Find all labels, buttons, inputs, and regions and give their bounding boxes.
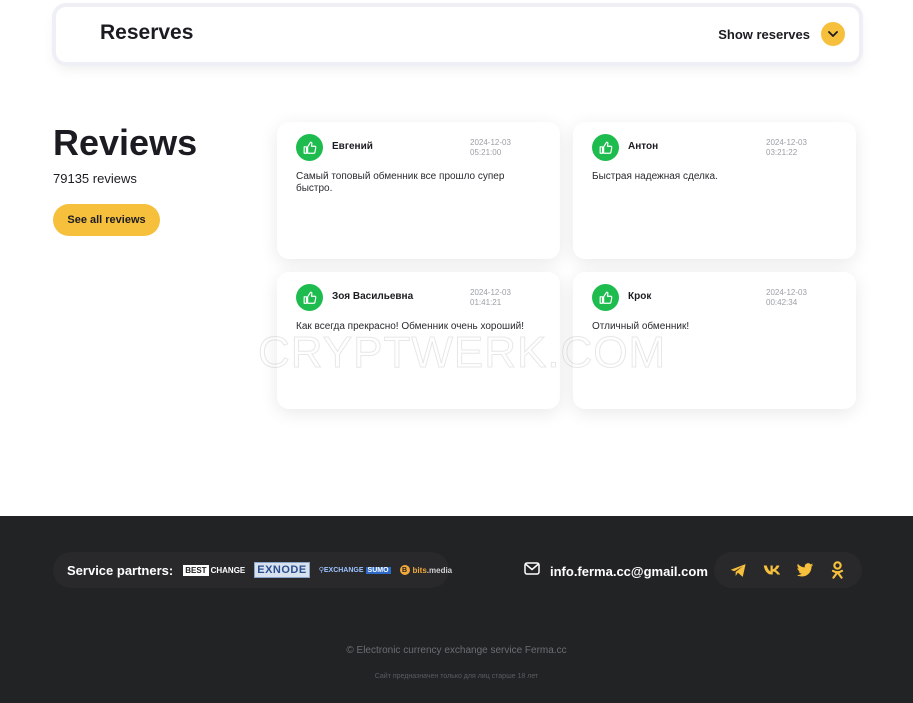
age-notice: Сайт предназначен только для лиц старше …: [374, 673, 539, 680]
review-card: Антон 2024-12-03 03:21:22 Быстрая надежн…: [573, 122, 856, 259]
see-all-reviews-button[interactable]: See all reviews: [53, 204, 160, 236]
thumbs-up-icon: [296, 284, 323, 311]
odnoklassniki-icon[interactable]: [829, 561, 847, 579]
review-text: Быстрая надежная сделка.: [592, 171, 718, 182]
footer: Service partners: BEST CHANGE EXNODE ⚲ EXC…: [0, 516, 913, 703]
review-author: Евгений: [332, 141, 373, 152]
email-address[interactable]: info.ferma.cc@gmail.com: [550, 564, 708, 579]
envelope-icon: [524, 562, 540, 580]
email-link[interactable]: info.ferma.cc@gmail.com: [524, 562, 708, 580]
exchangesumo-logo[interactable]: ⚲ EXCHANGE SUMO: [319, 566, 391, 574]
review-card: Крок 2024-12-03 00:42:34 Отличный обменн…: [573, 272, 856, 409]
show-reserves-button[interactable]: Show reserves: [718, 22, 845, 46]
chevron-down-icon[interactable]: [821, 22, 845, 46]
bestchange-logo[interactable]: BEST CHANGE: [183, 564, 245, 576]
review-date: 2024-12-03 01:41:21: [470, 288, 511, 307]
thumbs-up-icon: [592, 134, 619, 161]
review-card: Евгений 2024-12-03 05:21:00 Самый топовы…: [277, 122, 560, 259]
review-card: Зоя Васильевна 2024-12-03 01:41:21 Как в…: [277, 272, 560, 409]
copyright-text: © Electronic currency exchange service F…: [346, 645, 567, 656]
social-links: [714, 552, 862, 588]
review-date: 2024-12-03 05:21:00: [470, 138, 511, 157]
review-text: Отличный обменник!: [592, 321, 690, 332]
partners-label: Service partners:: [67, 562, 174, 578]
review-author: Антон: [628, 141, 659, 152]
bitsmedia-logo[interactable]: Bbits .media: [399, 565, 452, 575]
reviews-count: 79135 reviews: [53, 171, 137, 186]
show-reserves-label: Show reserves: [718, 26, 810, 42]
thumbs-up-icon: [296, 134, 323, 161]
review-author: Крок: [628, 291, 652, 302]
review-text: Как всегда прекрасно! Обменник очень хор…: [296, 321, 525, 332]
twitter-icon[interactable]: [796, 561, 814, 579]
review-date: 2024-12-03 00:42:34: [766, 288, 807, 307]
vk-icon[interactable]: [763, 561, 781, 579]
review-text: Самый топовый обменник все прошло супер …: [296, 171, 505, 194]
review-date: 2024-12-03 03:21:22: [766, 138, 807, 157]
review-author: Зоя Васильевна: [332, 291, 414, 302]
reserves-panel: Reserves Show reserves: [56, 7, 859, 62]
reserves-title: Reserves: [100, 21, 194, 44]
thumbs-up-icon: [592, 284, 619, 311]
telegram-icon[interactable]: [730, 561, 748, 579]
exnode-logo[interactable]: EXNODE: [254, 562, 310, 578]
reviews-title: Reviews: [53, 122, 198, 163]
service-partners: Service partners: BEST CHANGE EXNODE ⚲ EXC…: [53, 552, 452, 588]
